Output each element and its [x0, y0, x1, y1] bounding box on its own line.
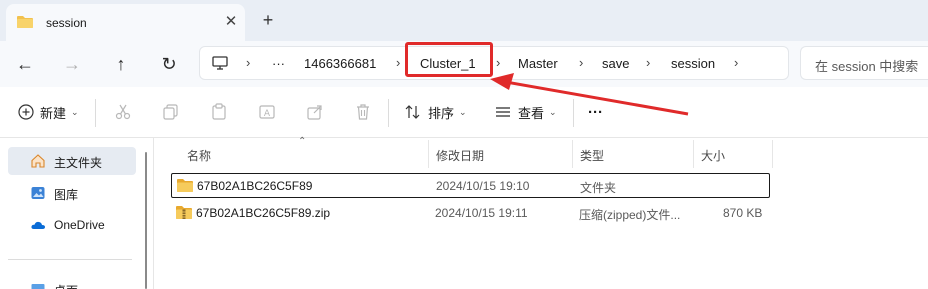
annotation-arrow — [490, 73, 689, 116]
